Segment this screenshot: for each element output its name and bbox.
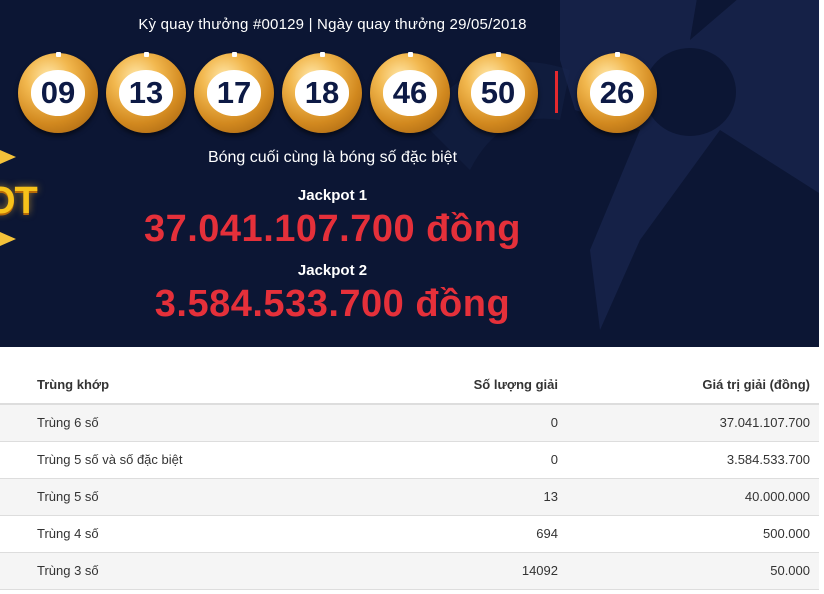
special-ball-number: 26 bbox=[590, 70, 644, 116]
header-match: Trùng khớp bbox=[0, 366, 300, 405]
result-ball: 13 bbox=[106, 52, 186, 133]
table-row: Trùng 5 số và số đặc biệt 0 3.584.533.70… bbox=[0, 441, 819, 479]
cell-value: 40.000.000 bbox=[558, 478, 819, 516]
jackpot-1-label: Jackpot 1 bbox=[297, 187, 368, 204]
ball-number: 50 bbox=[471, 70, 525, 116]
result-ball: 46 bbox=[370, 52, 450, 133]
cell-value: 500.000 bbox=[558, 515, 819, 553]
cell-count: 13 bbox=[300, 478, 558, 516]
special-ball: 26 bbox=[577, 52, 657, 133]
cell-count: 694 bbox=[300, 515, 558, 553]
table-row: Trùng 3 số 14092 50.000 bbox=[0, 552, 819, 590]
header-count: Số lượng giải bbox=[300, 366, 558, 405]
results-banner: OT Kỳ quay thưởng #00129 | Ngày quay thư… bbox=[0, 0, 819, 347]
table-row: Trùng 6 số 0 37.041.107.700 bbox=[0, 404, 819, 442]
special-ball-divider bbox=[555, 71, 558, 113]
cell-count: 0 bbox=[300, 404, 558, 442]
result-ball: 17 bbox=[194, 52, 274, 133]
table-row: Trùng 5 số 13 40.000.000 bbox=[0, 478, 819, 516]
cell-value: 50.000 bbox=[558, 552, 819, 590]
result-ball: 50 bbox=[458, 52, 538, 133]
cell-match: Trùng 6 số bbox=[0, 404, 300, 442]
ball-number: 13 bbox=[119, 70, 173, 116]
cell-match: Trùng 4 số bbox=[0, 515, 300, 553]
table-header-row: Trùng khớp Số lượng giải Giá trị giải (đ… bbox=[0, 366, 819, 405]
ball-number: 17 bbox=[207, 70, 261, 116]
special-ball-note: Bóng cuối cùng là bóng số đặc biệt bbox=[207, 149, 458, 166]
cell-match: Trùng 5 số bbox=[0, 478, 300, 516]
header-value: Giá trị giải (đồng) bbox=[558, 366, 819, 405]
result-ball: 09 bbox=[18, 52, 98, 133]
cell-count: 0 bbox=[300, 441, 558, 479]
jackpot-2-label: Jackpot 2 bbox=[297, 262, 368, 279]
result-ball: 18 bbox=[282, 52, 362, 133]
jackpot-1-value: 37.041.107.700 đồng bbox=[143, 208, 522, 250]
prize-table: Trùng khớp Số lượng giải Giá trị giải (đ… bbox=[0, 366, 819, 590]
ball-number: 09 bbox=[31, 70, 85, 116]
table-row: Trùng 4 số 694 500.000 bbox=[0, 515, 819, 553]
cell-value: 3.584.533.700 bbox=[558, 441, 819, 479]
ball-number: 46 bbox=[383, 70, 437, 116]
jackpot-2-value: 3.584.533.700 đồng bbox=[154, 283, 511, 325]
ball-number: 18 bbox=[295, 70, 349, 116]
cell-match: Trùng 3 số bbox=[0, 552, 300, 590]
cell-value: 37.041.107.700 bbox=[558, 404, 819, 442]
cell-count: 14092 bbox=[300, 552, 558, 590]
cell-match: Trùng 5 số và số đặc biệt bbox=[0, 441, 300, 479]
draw-info: Kỳ quay thưởng #00129 | Ngày quay thưởng… bbox=[138, 16, 527, 33]
